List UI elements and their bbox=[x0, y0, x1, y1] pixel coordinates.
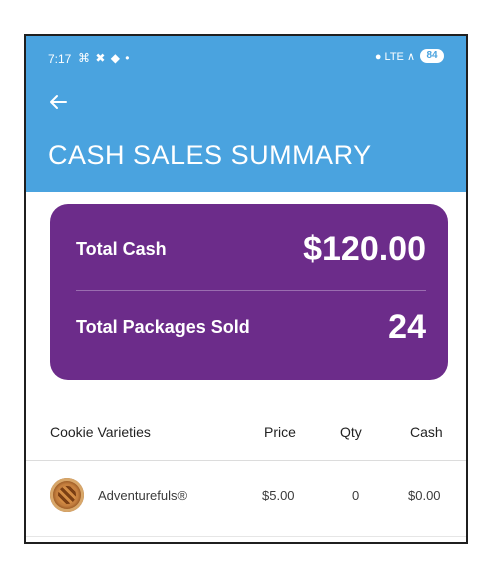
total-packages-row: Total Packages Sold 24 bbox=[76, 302, 426, 352]
app-bar: 7:17 ⌘ ✖ ◆ • ● LTE ∧ 84 CASH SALES SUMMA… bbox=[26, 36, 466, 192]
table-row[interactable]: Adventurefuls® $5.00 0 $0.00 bbox=[50, 476, 446, 516]
table-header: Cookie Varieties Price Qty Cash bbox=[50, 424, 446, 448]
total-cash-row: Total Cash $120.00 bbox=[76, 224, 426, 274]
phone-screen: 7:17 ⌘ ✖ ◆ • ● LTE ∧ 84 CASH SALES SUMMA… bbox=[24, 34, 468, 544]
cookie-qty: 0 bbox=[352, 488, 360, 503]
cookie-name: Adventurefuls® bbox=[98, 488, 188, 503]
status-bar: 7:17 ⌘ ✖ ◆ • ● LTE ∧ 84 bbox=[26, 36, 466, 76]
total-cash-value: $120.00 bbox=[303, 229, 426, 268]
cookie-icon bbox=[50, 478, 84, 512]
status-time: 7:17 bbox=[48, 52, 72, 66]
page-title: CASH SALES SUMMARY bbox=[48, 140, 372, 170]
column-header-qty: Qty bbox=[340, 424, 362, 440]
column-header-price: Price bbox=[264, 424, 296, 440]
header-divider bbox=[26, 460, 466, 461]
total-packages-label: Total Packages Sold bbox=[76, 316, 250, 337]
total-cash-label: Total Cash bbox=[76, 238, 167, 259]
cookie-cash: $0.00 bbox=[408, 488, 441, 503]
summary-card: Total Cash $120.00 Total Packages Sold 2… bbox=[50, 204, 448, 380]
total-packages-value: 24 bbox=[388, 307, 426, 346]
battery-icon: 84 bbox=[420, 49, 444, 63]
signal-icon: ● LTE ∧ bbox=[374, 50, 415, 63]
status-right-group: ● LTE ∧ 84 bbox=[375, 49, 444, 63]
card-divider bbox=[76, 290, 426, 291]
notification-icons: ⌘ ✖ ◆ • bbox=[78, 51, 131, 65]
column-header-variety: Cookie Varieties bbox=[50, 424, 151, 440]
row-divider bbox=[26, 536, 466, 537]
cookie-price: $5.00 bbox=[262, 488, 295, 503]
column-header-cash: Cash bbox=[410, 424, 443, 440]
arrow-left-icon[interactable] bbox=[46, 90, 70, 114]
